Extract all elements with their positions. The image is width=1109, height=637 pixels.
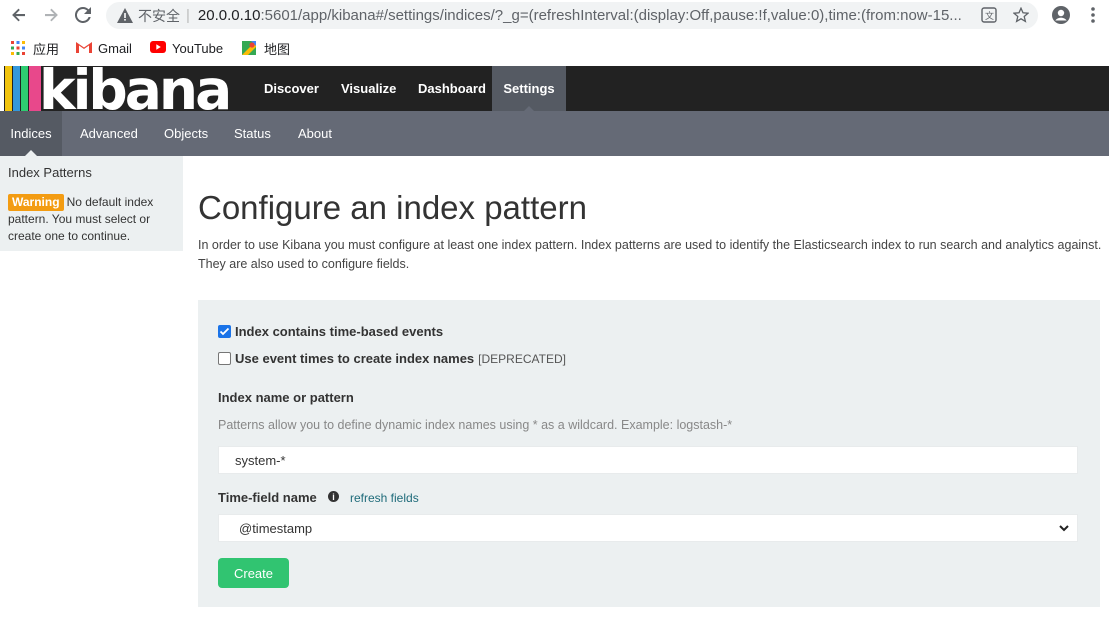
time-based-checkbox[interactable] [218, 325, 231, 338]
tab-status[interactable]: Status [222, 111, 283, 156]
warning-badge: Warning [8, 194, 64, 211]
bookmark-label: YouTube [172, 40, 224, 56]
time-field-label: Time-field name [218, 490, 317, 505]
svg-text:文: 文 [985, 10, 994, 22]
tab-indices[interactable]: Indices [0, 111, 62, 156]
index-help-text: Patterns allow you to define dynamic ind… [218, 418, 733, 432]
menu-kebab-icon[interactable] [1082, 4, 1104, 26]
time-field-select[interactable]: @timestamp [218, 514, 1078, 542]
event-times-checkbox[interactable] [218, 352, 231, 365]
kibana-logo[interactable]: kibana [0, 58, 250, 122]
index-patterns-sidebar: Index Patterns Warning No default index p… [0, 156, 183, 251]
address-bar[interactable]: 不安全 | 20.0.0.10:5601/app/kibana#/setting… [106, 2, 1038, 29]
index-pattern-input[interactable] [218, 446, 1078, 474]
bookmark-star-icon[interactable] [1010, 4, 1032, 26]
sidebar-title: Index Patterns [8, 165, 92, 180]
nav-dashboard[interactable]: Dashboard [404, 66, 500, 111]
bookmark-maps[interactable]: 地图 [242, 39, 290, 57]
youtube-icon [150, 41, 166, 55]
tab-objects[interactable]: Objects [152, 111, 220, 156]
create-button[interactable]: Create [218, 558, 289, 588]
settings-subnav: Indices Advanced Objects Status About [0, 111, 1109, 156]
index-pattern-form: Index contains time-based events Use eve… [198, 300, 1100, 607]
time-based-label: Index contains time-based events [235, 324, 444, 339]
nav-discover[interactable]: Discover [250, 66, 333, 111]
event-times-label: Use event times to create index names [235, 351, 475, 366]
kibana-header: kibana Discover Visualize Dashboard Sett… [0, 58, 1109, 122]
page-title: Configure an index pattern [198, 189, 587, 226]
tab-advanced[interactable]: Advanced [68, 111, 150, 156]
index-name-label: Index name or pattern [218, 390, 354, 405]
chevron-down-icon [1057, 521, 1071, 535]
insecure-label: 不安全 [138, 7, 180, 24]
info-icon[interactable]: i [328, 491, 339, 502]
translate-icon[interactable]: 文 [978, 4, 1000, 26]
bookmark-apps[interactable]: 应用 [11, 39, 59, 57]
apps-grid-icon [11, 41, 27, 55]
browser-toolbar: 不安全 | 20.0.0.10:5601/app/kibana#/setting… [0, 0, 1109, 31]
address-separator: | [186, 7, 190, 24]
profile-avatar-icon[interactable] [1050, 4, 1072, 26]
bookmark-label: 地图 [264, 41, 291, 57]
back-icon[interactable] [7, 4, 31, 26]
refresh-fields-link[interactable]: refresh fields [350, 491, 419, 505]
warning-triangle-icon[interactable] [116, 7, 134, 25]
forward-icon[interactable] [39, 4, 63, 26]
maps-icon [242, 41, 258, 55]
tab-about[interactable]: About [286, 111, 344, 156]
url-path: :5601/app/kibana#/settings/indices/?_g=(… [260, 7, 962, 24]
time-field-value: @timestamp [239, 520, 313, 536]
bookmark-youtube[interactable]: YouTube [150, 39, 223, 57]
gmail-icon [76, 41, 92, 55]
bookmark-label: Gmail [98, 40, 132, 56]
event-times-row: Use event times to create index names [D… [218, 351, 566, 366]
logo-wordmark: kibana [39, 66, 229, 111]
bookmark-label: 应用 [33, 41, 60, 57]
url-host: 20.0.0.10 [197, 7, 261, 24]
time-based-row: Index contains time-based events [218, 324, 443, 339]
bookmarks-bar: 应用 Gmail YouTube 地图 [0, 31, 1109, 66]
bookmark-gmail[interactable]: Gmail [76, 39, 132, 57]
intro-text: In order to use Kibana you must configur… [198, 238, 1102, 271]
nav-visualize[interactable]: Visualize [327, 66, 410, 111]
reload-icon[interactable] [71, 4, 95, 26]
deprecated-tag: [DEPRECATED] [478, 351, 566, 366]
no-default-warning: Warning No default index pattern. You mus… [8, 194, 178, 245]
nav-settings[interactable]: Settings [492, 66, 566, 111]
